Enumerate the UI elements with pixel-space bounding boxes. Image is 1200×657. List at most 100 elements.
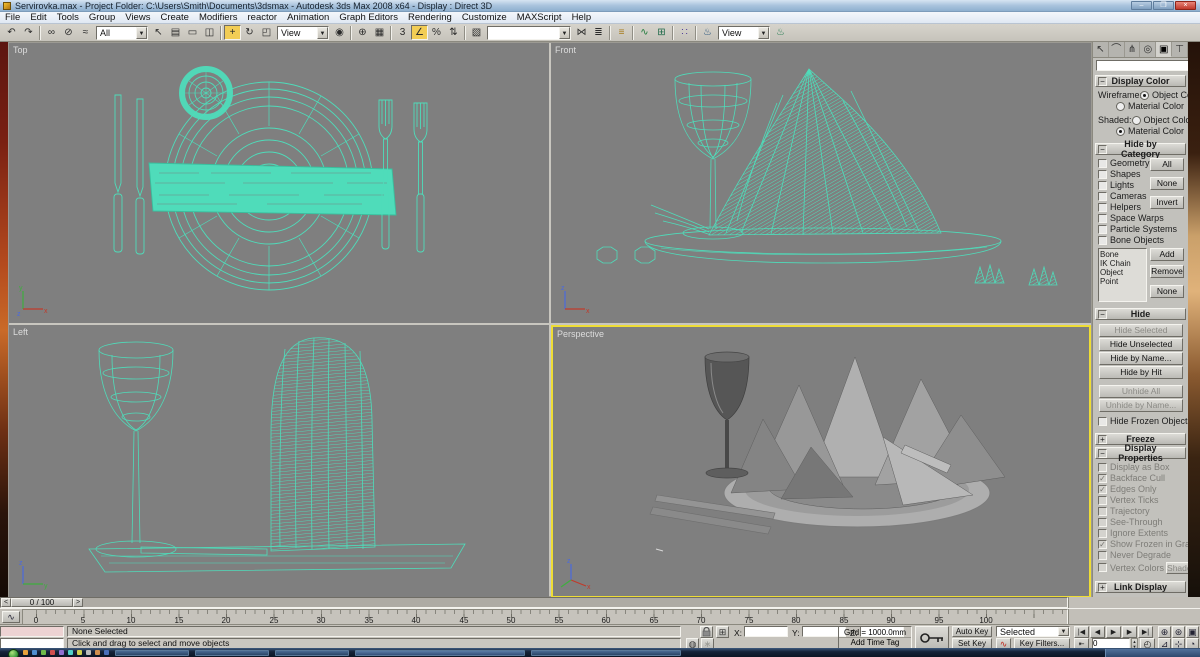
render-setup-button[interactable]: ♨: [699, 25, 716, 40]
menu-views[interactable]: Views: [120, 12, 155, 24]
shapes-checkbox[interactable]: [1098, 170, 1107, 179]
hide-by-name-button[interactable]: Hide by Name...: [1099, 352, 1183, 365]
use-pivot-center-button[interactable]: ◉: [331, 25, 348, 40]
quicklaunch-icon[interactable]: [50, 650, 55, 655]
particle-systems-checkbox[interactable]: [1098, 225, 1107, 234]
expand-icon[interactable]: +: [1098, 435, 1107, 444]
quicklaunch-icon[interactable]: [104, 650, 109, 655]
menu-tools[interactable]: Tools: [52, 12, 84, 24]
align-button[interactable]: ≣: [590, 25, 607, 40]
selection-region-button[interactable]: ▭: [184, 25, 201, 40]
show-frozen-in-gray-checkbox[interactable]: [1098, 540, 1107, 549]
category-add-button[interactable]: Add: [1150, 248, 1184, 261]
select-by-name-button[interactable]: ▤: [167, 25, 184, 40]
menu-graph-editors[interactable]: Graph Editors: [334, 12, 403, 24]
display-properties-header[interactable]: − Display Properties: [1095, 447, 1186, 459]
hide-by-hit-button[interactable]: Hide by Hit: [1099, 366, 1183, 379]
expand-icon[interactable]: +: [1098, 583, 1107, 592]
menu-animation[interactable]: Animation: [282, 12, 334, 24]
mini-curve-editor-button[interactable]: ∿: [2, 611, 20, 623]
zoom-extents-button[interactable]: ▣: [1186, 626, 1199, 638]
hierarchy-tab-icon[interactable]: ⋔: [1125, 42, 1141, 57]
display-color-header[interactable]: − Display Color: [1095, 75, 1186, 87]
dropdown-arrow-icon[interactable]: ▼: [136, 27, 147, 39]
menu-reactor[interactable]: reactor: [243, 12, 283, 24]
menu-group[interactable]: Group: [84, 12, 120, 24]
viewport-left[interactable]: Left: [9, 325, 549, 598]
undo-button[interactable]: ↶: [3, 25, 20, 40]
set-keys-button[interactable]: [915, 626, 949, 649]
viewport-front[interactable]: Front: [551, 43, 1091, 323]
display-as-box-checkbox[interactable]: [1098, 463, 1107, 472]
utilities-tab-icon[interactable]: ⊤: [1172, 42, 1188, 57]
select-object-button[interactable]: ↖: [150, 25, 167, 40]
dropdown-arrow-icon[interactable]: ▼: [317, 27, 328, 39]
select-and-link-button[interactable]: ∞: [43, 25, 60, 40]
x-coordinate-field[interactable]: [744, 626, 788, 637]
snap-3d-button[interactable]: 3: [394, 25, 411, 40]
quicklaunch-icon[interactable]: [32, 650, 37, 655]
time-slider-track[interactable]: < 0 / 100 >: [0, 597, 1068, 608]
collapse-icon[interactable]: −: [1098, 310, 1107, 319]
category-invert-button[interactable]: Invert: [1150, 196, 1184, 209]
quicklaunch-icon[interactable]: [59, 650, 64, 655]
hide-unselected-button[interactable]: Hide Unselected: [1099, 338, 1183, 351]
go-to-end-button[interactable]: ▶|: [1138, 626, 1153, 638]
unhide-all-button[interactable]: Unhide All: [1099, 385, 1183, 398]
lights-checkbox[interactable]: [1098, 181, 1107, 190]
menu-edit[interactable]: Edit: [25, 12, 51, 24]
helpers-checkbox[interactable]: [1098, 203, 1107, 212]
taskbar-window-button[interactable]: [355, 650, 525, 656]
spinner-snap-button[interactable]: ⇅: [445, 25, 462, 40]
viewport-perspective[interactable]: Perspective: [551, 325, 1091, 598]
edges-only-checkbox[interactable]: [1098, 485, 1107, 494]
menu-customize[interactable]: Customize: [457, 12, 512, 24]
dropdown-arrow-icon[interactable]: ▼: [559, 27, 570, 39]
vertex-colors-shaded-button[interactable]: Shaded: [1166, 562, 1188, 574]
named-selection-dropdown[interactable]: ▼: [487, 26, 571, 40]
minimize-button[interactable]: –: [1131, 1, 1152, 10]
vertex-ticks-checkbox[interactable]: [1098, 496, 1107, 505]
dropdown-arrow-icon[interactable]: ▼: [1058, 627, 1069, 636]
menu-modifiers[interactable]: Modifiers: [194, 12, 243, 24]
collapse-icon[interactable]: −: [1098, 77, 1107, 86]
next-frame-button[interactable]: ▶: [1122, 626, 1137, 638]
category-listbox[interactable]: Bone IK Chain Object Point: [1098, 248, 1147, 302]
auto-key-button[interactable]: Auto Key: [952, 626, 992, 637]
display-tab-icon[interactable]: ▣: [1156, 42, 1172, 57]
ignore-extents-checkbox[interactable]: [1098, 529, 1107, 538]
unhide-by-name-button[interactable]: Unhide by Name...: [1099, 399, 1183, 412]
category-list-none-button[interactable]: None: [1150, 285, 1184, 298]
modify-tab-icon[interactable]: ⌒: [1109, 42, 1125, 57]
taskbar-window-button[interactable]: [531, 650, 681, 656]
mirror-button[interactable]: ⋈: [573, 25, 590, 40]
key-filter-selection-dropdown[interactable]: Selected▼: [996, 626, 1070, 637]
selection-filter-dropdown[interactable]: All ▼: [96, 26, 148, 40]
viewport-top[interactable]: Top: [9, 43, 549, 323]
link-display-header[interactable]: + Link Display: [1095, 581, 1186, 593]
unlink-selection-button[interactable]: ⊘: [60, 25, 77, 40]
system-tray[interactable]: [1105, 649, 1200, 657]
previous-frame-button[interactable]: ◀: [1090, 626, 1105, 638]
cameras-checkbox[interactable]: [1098, 192, 1107, 201]
maxscript-macro-recorder[interactable]: [0, 626, 64, 637]
trajectory-checkbox[interactable]: [1098, 507, 1107, 516]
zoom-all-button[interactable]: ⊛: [1172, 626, 1185, 638]
add-time-tag[interactable]: Add Time Tag: [839, 638, 911, 648]
close-button[interactable]: ×: [1175, 1, 1196, 10]
restore-button[interactable]: ❐: [1153, 1, 1174, 10]
create-tab-icon[interactable]: ↖: [1093, 42, 1109, 57]
percent-snap-button[interactable]: %: [428, 25, 445, 40]
menu-help[interactable]: Help: [567, 12, 597, 24]
hide-frozen-objects-checkbox[interactable]: [1098, 417, 1107, 426]
hide-selected-button[interactable]: Hide Selected: [1099, 324, 1183, 337]
curve-editor-button[interactable]: ∿: [636, 25, 653, 40]
go-to-start-button[interactable]: |◀: [1074, 626, 1089, 638]
motion-tab-icon[interactable]: ◎: [1140, 42, 1156, 57]
keyboard-override-button[interactable]: ▦: [371, 25, 388, 40]
taskbar-window-button[interactable]: [115, 650, 189, 656]
hide-by-category-header[interactable]: − Hide by Category: [1095, 143, 1186, 155]
collapse-icon[interactable]: −: [1098, 145, 1107, 154]
angle-snap-button[interactable]: ∠: [411, 25, 428, 40]
list-item[interactable]: Bone: [1100, 250, 1145, 259]
